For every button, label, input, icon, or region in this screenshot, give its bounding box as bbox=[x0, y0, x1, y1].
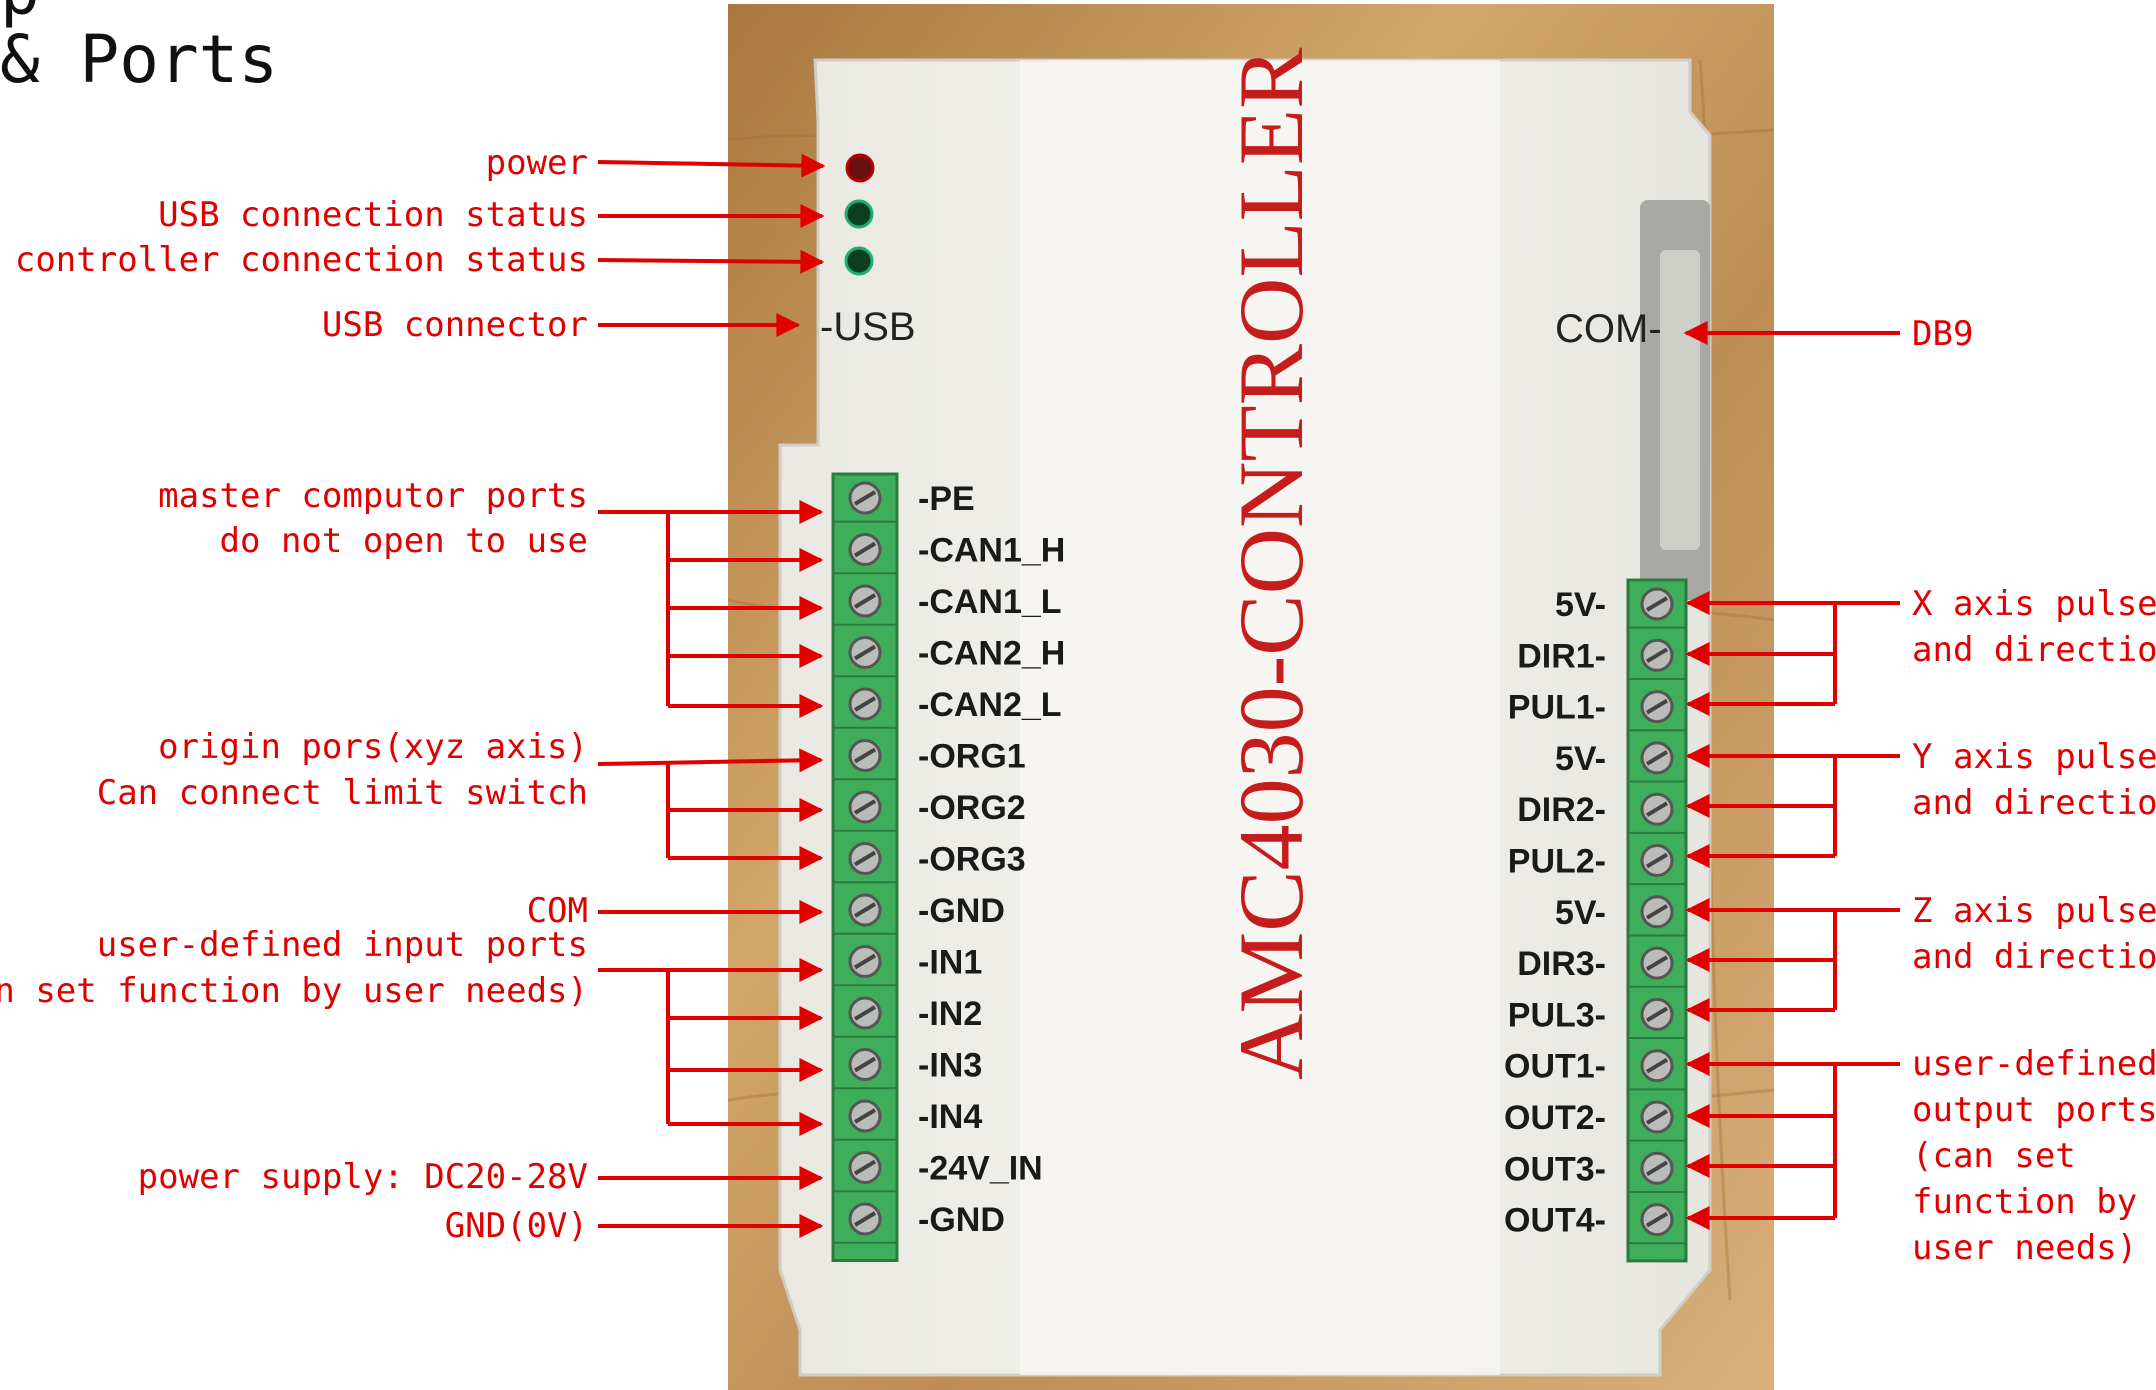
right-terminal-pin-label: OUT2- bbox=[1504, 1099, 1606, 1137]
x-axis-note: and direction bbox=[1912, 630, 2156, 670]
left-terminal-pin-label: -CAN2_L bbox=[918, 686, 1062, 724]
com-label: COM- bbox=[1555, 307, 1662, 351]
left-terminal-pin-label: -ORG2 bbox=[918, 789, 1026, 827]
right-terminal-pin-label: 5V- bbox=[1555, 586, 1606, 624]
user-output-note-3: function by bbox=[1912, 1182, 2137, 1222]
user-output-note-1: output ports bbox=[1912, 1090, 2156, 1130]
right-annotations: DB9 X axis pulses and direction Y axis p… bbox=[1912, 314, 2156, 1268]
left-terminal-pin-label: -GND bbox=[918, 892, 1005, 930]
origin-ports-note: Can connect limit switch bbox=[97, 773, 588, 813]
left-terminal-pin-label: -24V_IN bbox=[918, 1150, 1043, 1188]
usb-status-annotation: USB connection status bbox=[158, 195, 588, 235]
left-terminal-pin-label: -IN2 bbox=[918, 995, 982, 1033]
user-output-annotation: user-defined bbox=[1912, 1044, 2156, 1084]
z-axis-annotation: Z axis pulses bbox=[1912, 891, 2156, 931]
left-terminal-pin-label: -CAN1_L bbox=[918, 583, 1062, 621]
brand-label: AMC4030-CONTROLLER bbox=[1220, 47, 1322, 1080]
power-supply-annotation: power supply: DC20-28V bbox=[138, 1157, 588, 1197]
usb-label: -USB bbox=[820, 305, 916, 349]
user-output-note-4: user needs) bbox=[1912, 1228, 2137, 1268]
heading-title: & Ports bbox=[0, 21, 278, 98]
usb-status-led bbox=[844, 199, 874, 229]
power-annotation: power bbox=[486, 143, 588, 183]
master-ports-note: do not open to use bbox=[220, 521, 588, 561]
left-terminal-pin-label: -CAN2_H bbox=[918, 635, 1065, 673]
right-terminal-pin-label: 5V- bbox=[1555, 740, 1606, 778]
user-input-annotation: user-defined input ports bbox=[97, 925, 588, 965]
right-terminal-pin-label: PUL3- bbox=[1508, 996, 1606, 1034]
left-terminal-pin-label: -IN3 bbox=[918, 1047, 982, 1085]
db9-connector bbox=[1640, 200, 1710, 600]
power-led bbox=[845, 153, 875, 183]
left-terminal-pin-label: -ORG3 bbox=[918, 841, 1026, 879]
user-input-note: (can set function by user needs) bbox=[0, 971, 588, 1011]
left-terminal-pin-label: -PE bbox=[918, 480, 975, 518]
right-terminal-pin-label: OUT3- bbox=[1504, 1150, 1606, 1188]
right-terminal-pin-label: OUT1- bbox=[1504, 1048, 1606, 1086]
controller-status-led bbox=[844, 246, 874, 276]
z-axis-note: and direction bbox=[1912, 937, 2156, 977]
x-axis-annotation: X axis pulses bbox=[1912, 584, 2156, 624]
right-terminal-pin-label: 5V- bbox=[1555, 894, 1606, 932]
db9-annotation: DB9 bbox=[1912, 314, 1973, 354]
right-terminal-pin-label: OUT4- bbox=[1504, 1202, 1606, 1240]
left-terminal-pin-label: -IN4 bbox=[918, 1098, 982, 1136]
gnd-annotation: GND(0V) bbox=[445, 1206, 588, 1246]
right-terminal-pin-label: DIR3- bbox=[1517, 945, 1606, 983]
controller-port-diagram: p & Ports -USB COM- AMC4030-CONTROLLER -… bbox=[0, 0, 2156, 1390]
y-axis-annotation: Y axis pulses bbox=[1912, 737, 2156, 777]
controller-status-annotation: controller connection status bbox=[15, 240, 588, 280]
y-axis-note: and direction bbox=[1912, 783, 2156, 823]
right-terminal-pin-label: PUL1- bbox=[1508, 689, 1606, 727]
user-output-note-2: (can set bbox=[1912, 1136, 2076, 1176]
left-terminal-pin-label: -GND bbox=[918, 1201, 1005, 1239]
usb-connector-annotation: USB connector bbox=[322, 305, 588, 345]
origin-ports-annotation: origin pors(xyz axis) bbox=[158, 727, 588, 767]
left-annotations: power USB connection status controller c… bbox=[0, 143, 588, 1246]
right-terminal-pin-label: DIR2- bbox=[1517, 791, 1606, 829]
master-ports-annotation: master computor ports bbox=[158, 476, 588, 516]
left-terminal-pin-label: -ORG1 bbox=[918, 738, 1026, 776]
left-terminal-pin-label: -CAN1_H bbox=[918, 532, 1065, 570]
left-terminal-pin-label: -IN1 bbox=[918, 944, 982, 982]
right-terminal-pin-label: PUL2- bbox=[1508, 843, 1606, 881]
right-terminal-pin-label: DIR1- bbox=[1517, 637, 1606, 675]
